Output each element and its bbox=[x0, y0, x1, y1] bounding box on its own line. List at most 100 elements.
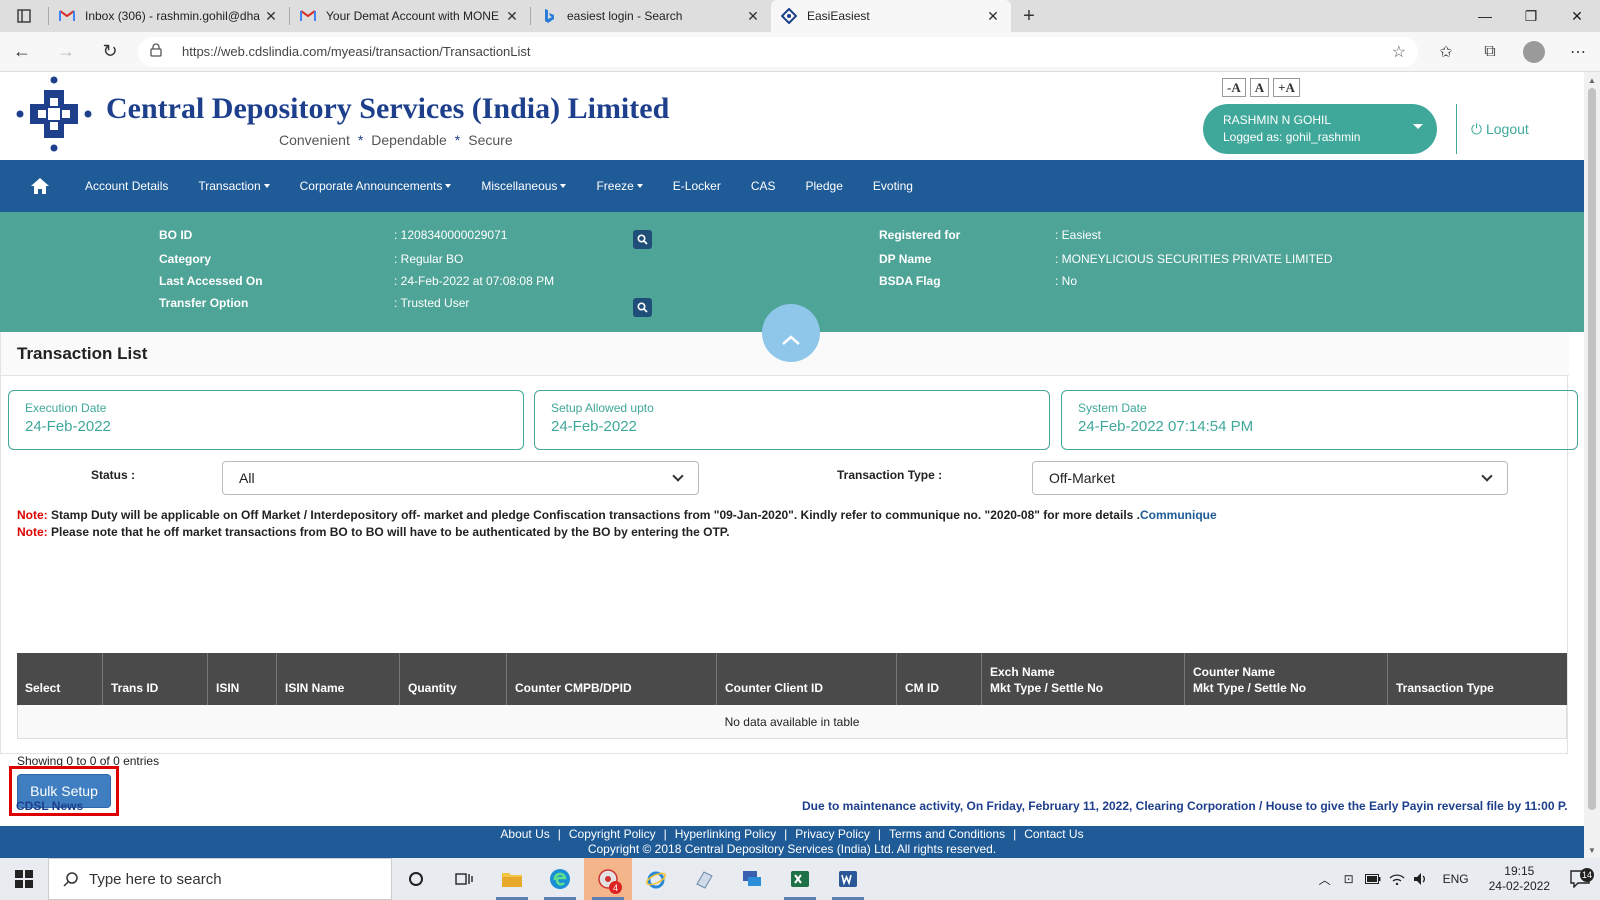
reset-font-button[interactable]: A bbox=[1249, 78, 1270, 97]
taskbar-search-input[interactable]: Type here to search bbox=[48, 858, 392, 900]
add-favorite-icon[interactable]: ☆ bbox=[1392, 42, 1406, 62]
cortana-icon[interactable] bbox=[392, 858, 440, 900]
bo-search-button[interactable] bbox=[633, 230, 652, 249]
last-accessed-value: : 24-Feb-2022 at 07:08:08 PM bbox=[394, 274, 555, 288]
more-menu-icon[interactable]: ⋯ bbox=[1556, 32, 1600, 72]
column-header[interactable]: Exch Name Mkt Type / Settle No bbox=[982, 653, 1185, 705]
notepad-icon[interactable] bbox=[680, 858, 728, 900]
back-arrow-icon[interactable]: ← bbox=[0, 32, 44, 72]
profile-button[interactable] bbox=[1512, 32, 1556, 72]
footer-link-terms[interactable]: Terms and Conditions bbox=[889, 827, 1005, 841]
input-language[interactable]: ENG bbox=[1443, 872, 1469, 886]
column-header[interactable]: Transaction Type bbox=[1388, 653, 1567, 705]
footer-link-privacy[interactable]: Privacy Policy bbox=[795, 827, 870, 841]
word-icon[interactable] bbox=[824, 858, 872, 900]
column-header[interactable]: Select bbox=[17, 653, 103, 705]
taskbar-clock[interactable]: 19:15 24-02-2022 bbox=[1489, 864, 1550, 894]
excel-icon[interactable] bbox=[776, 858, 824, 900]
decrease-font-button[interactable]: -A bbox=[1222, 78, 1246, 97]
column-header[interactable]: ISIN Name bbox=[277, 653, 400, 705]
footer-link-hyperlinking[interactable]: Hyperlinking Policy bbox=[675, 827, 776, 841]
nav-freeze[interactable]: Freeze bbox=[596, 179, 643, 193]
refresh-icon[interactable]: ↻ bbox=[88, 32, 132, 72]
setup-allowed-value: 24-Feb-2022 bbox=[551, 418, 637, 435]
column-header[interactable]: Trans ID bbox=[103, 653, 208, 705]
category-label: Category bbox=[159, 252, 212, 266]
volume-icon[interactable] bbox=[1409, 872, 1433, 886]
taskbar-search-placeholder: Type here to search bbox=[89, 870, 222, 888]
communique-link[interactable]: Communique bbox=[1140, 508, 1217, 522]
close-tab-icon[interactable]: ✕ bbox=[504, 8, 520, 25]
user-menu-button[interactable]: RASHMIN N GOHIL Logged as: gohil_rashmin bbox=[1203, 104, 1437, 154]
nav-miscellaneous[interactable]: Miscellaneous bbox=[481, 179, 567, 193]
increase-font-button[interactable]: +A bbox=[1273, 78, 1300, 97]
app-with-badge-icon[interactable]: 4 bbox=[584, 858, 632, 900]
favorites-icon[interactable]: ✩ bbox=[1424, 32, 1468, 72]
status-select[interactable]: All bbox=[222, 461, 699, 495]
clock-time: 19:15 bbox=[1504, 864, 1535, 878]
windows-start-button[interactable] bbox=[0, 858, 48, 900]
scrollbar-thumb[interactable] bbox=[1588, 88, 1596, 810]
nav-e-locker[interactable]: E-Locker bbox=[673, 179, 721, 193]
nav-evoting[interactable]: Evoting bbox=[873, 179, 913, 193]
site-header: Central Depository Services (India) Limi… bbox=[0, 72, 1584, 160]
scroll-up-icon[interactable]: ▲ bbox=[1584, 72, 1600, 88]
registered-for-value: : Easiest bbox=[1055, 228, 1102, 242]
browser-tab-inbox[interactable]: Inbox (306) - rashmin.gohil@dha ✕ bbox=[49, 0, 289, 32]
caret-down-icon bbox=[560, 184, 567, 188]
browser-tab-demat[interactable]: Your Demat Account with MONE ✕ bbox=[290, 0, 530, 32]
column-header[interactable]: Counter Client ID bbox=[717, 653, 897, 705]
chevron-up-icon[interactable]: ︿ bbox=[1313, 871, 1337, 888]
nav-transaction[interactable]: Transaction bbox=[198, 179, 270, 193]
search-icon bbox=[637, 234, 648, 245]
browser-tab-easiest[interactable]: EasiEasiest ✕ bbox=[771, 0, 1011, 32]
footer-link-copyright[interactable]: Copyright Policy bbox=[569, 827, 656, 841]
scroll-down-icon[interactable]: ▼ bbox=[1584, 842, 1600, 858]
task-view-icon[interactable] bbox=[440, 858, 488, 900]
close-tab-icon[interactable]: ✕ bbox=[745, 8, 761, 25]
close-tab-icon[interactable]: ✕ bbox=[985, 8, 1001, 25]
restore-icon[interactable]: ❐ bbox=[1508, 0, 1554, 32]
minimize-icon[interactable]: — bbox=[1462, 0, 1508, 32]
windows-taskbar: Type here to search 4 ︿ ⊡ ENG 19:15 24-0… bbox=[0, 858, 1600, 900]
edge-browser-icon[interactable] bbox=[536, 858, 584, 900]
home-icon[interactable] bbox=[30, 176, 50, 196]
new-tab-button[interactable]: + bbox=[1011, 0, 1047, 32]
internet-explorer-icon[interactable] bbox=[632, 858, 680, 900]
close-window-icon[interactable]: ✕ bbox=[1554, 0, 1600, 32]
meet-now-icon[interactable]: ⊡ bbox=[1337, 872, 1361, 886]
footer-link-contact[interactable]: Contact Us bbox=[1024, 827, 1083, 841]
column-header[interactable]: Counter CMPB/DPID bbox=[507, 653, 717, 705]
collections-icon[interactable]: ⧉ bbox=[1468, 32, 1512, 72]
browser-tab-bing[interactable]: easiest login - Search ✕ bbox=[531, 0, 771, 32]
search-icon bbox=[63, 872, 78, 887]
system-tray: ︿ ⊡ ENG 19:15 24-02-2022 14 bbox=[1313, 858, 1600, 900]
wifi-icon[interactable] bbox=[1385, 873, 1409, 885]
nav-corporate-announcements[interactable]: Corporate Announcements bbox=[300, 179, 452, 193]
address-bar[interactable]: https://web.cdslindia.com/myeasi/transac… bbox=[138, 36, 1418, 67]
transaction-type-select[interactable]: Off-Market bbox=[1032, 461, 1508, 495]
news-ticker[interactable]: Due to maintenance activity, On Friday, … bbox=[802, 799, 1568, 813]
column-header[interactable]: Quantity bbox=[400, 653, 507, 705]
remote-desktop-icon[interactable] bbox=[728, 858, 776, 900]
nav-cas[interactable]: CAS bbox=[751, 179, 776, 193]
column-header[interactable]: CM ID bbox=[897, 653, 982, 705]
cdsl-news-label[interactable]: CDSL News bbox=[16, 799, 83, 813]
nav-pledge[interactable]: Pledge bbox=[806, 179, 843, 193]
nav-account-details[interactable]: Account Details bbox=[85, 179, 168, 193]
notification-center-button[interactable]: 14 bbox=[1560, 868, 1600, 888]
column-header[interactable]: ISIN bbox=[208, 653, 277, 705]
file-explorer-icon[interactable] bbox=[488, 858, 536, 900]
collapse-info-button[interactable] bbox=[762, 304, 820, 362]
battery-icon[interactable] bbox=[1361, 874, 1385, 884]
forward-arrow-icon[interactable]: → bbox=[44, 32, 88, 72]
column-header[interactable]: Counter Name Mkt Type / Settle No bbox=[1185, 653, 1388, 705]
caret-down-icon bbox=[263, 184, 270, 188]
page-scrollbar[interactable]: ▲ ▼ bbox=[1584, 72, 1600, 858]
tab-actions-button[interactable] bbox=[0, 0, 48, 32]
close-tab-icon[interactable]: ✕ bbox=[263, 8, 279, 25]
transfer-search-button[interactable] bbox=[633, 298, 652, 317]
logout-button[interactable]: ⏻ Logout bbox=[1471, 121, 1529, 138]
dp-name-value: : MONEYLICIOUS SECURITIES PRIVATE LIMITE… bbox=[1055, 252, 1333, 266]
footer-link-about[interactable]: About Us bbox=[500, 827, 549, 841]
